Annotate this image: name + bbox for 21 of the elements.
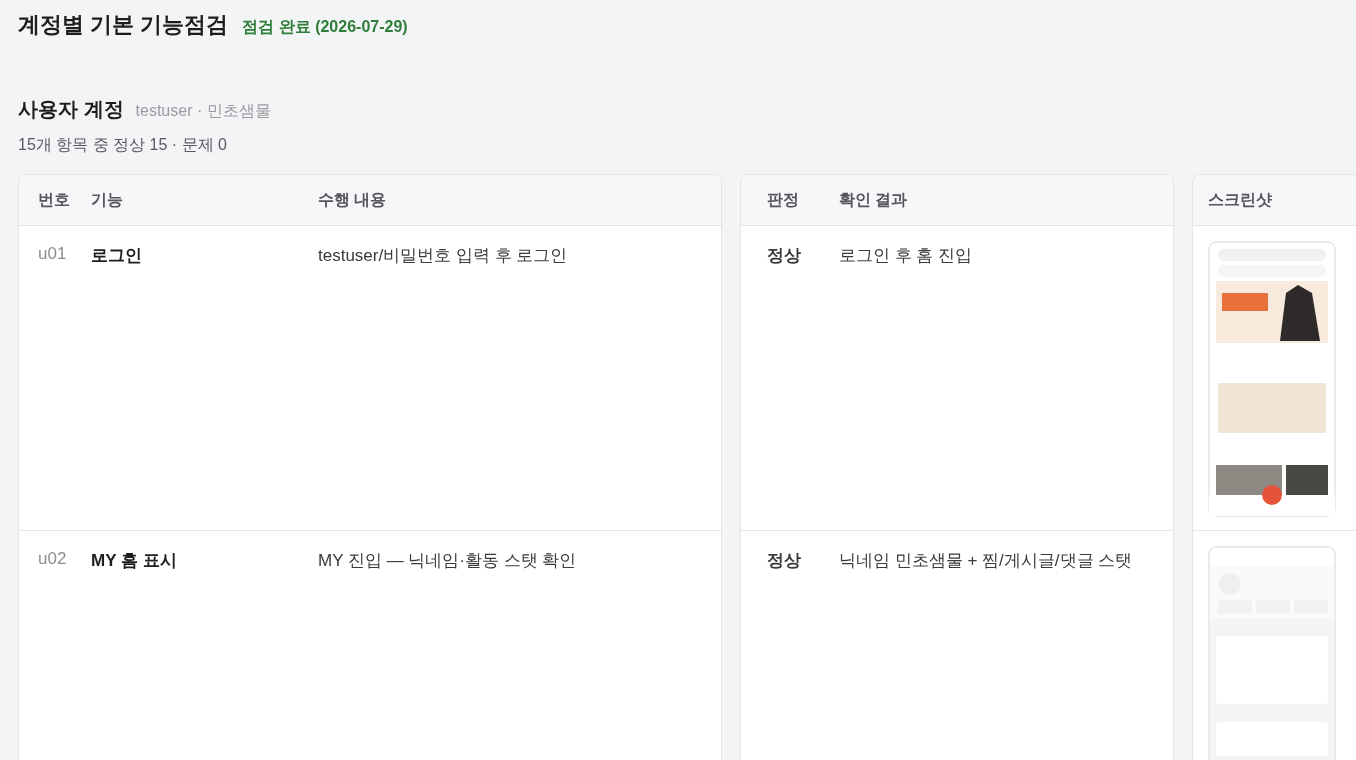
table-cell-text: u02 (37, 548, 68, 569)
column-header: 스크린샷 (1207, 189, 1272, 210)
section-title: 사용자 계정 (18, 97, 124, 122)
table-cell-text: u01 (37, 243, 68, 264)
table-cell-text: 로그인 (91, 245, 143, 267)
table-cell-text: 정상 (766, 245, 802, 267)
status-label: 점검 완료 (2026-07-29) (242, 17, 408, 37)
table-cell-text: testuser/비밀번호 입력 후 로그인 (318, 245, 569, 267)
summary-text: 15개 항목 중 정상 15 · 문제 0 (18, 135, 228, 155)
table-cell-text: 로그인 후 홈 진입 (839, 245, 974, 267)
column-header: 확인 결과 (839, 189, 909, 210)
table-cell-text: 닉네임 민초샘물 + 찜/게시글/댓글 스탯 (839, 550, 1134, 572)
table-cell-text: MY 진입 — 닉네임·활동 스탯 확인 (318, 550, 578, 572)
column-header: 번호 (37, 189, 71, 210)
column-header: 기능 (91, 189, 124, 210)
page-title: 계정별 기본 기능점검 (18, 11, 229, 39)
column-header: 수행 내용 (318, 189, 388, 210)
column-header: 판정 (766, 189, 800, 210)
account-label: testuser · 민초샘물 (135, 101, 271, 121)
table-cell-text: MY 홈 표시 (91, 550, 178, 572)
table-cell-text: 정상 (766, 550, 802, 572)
